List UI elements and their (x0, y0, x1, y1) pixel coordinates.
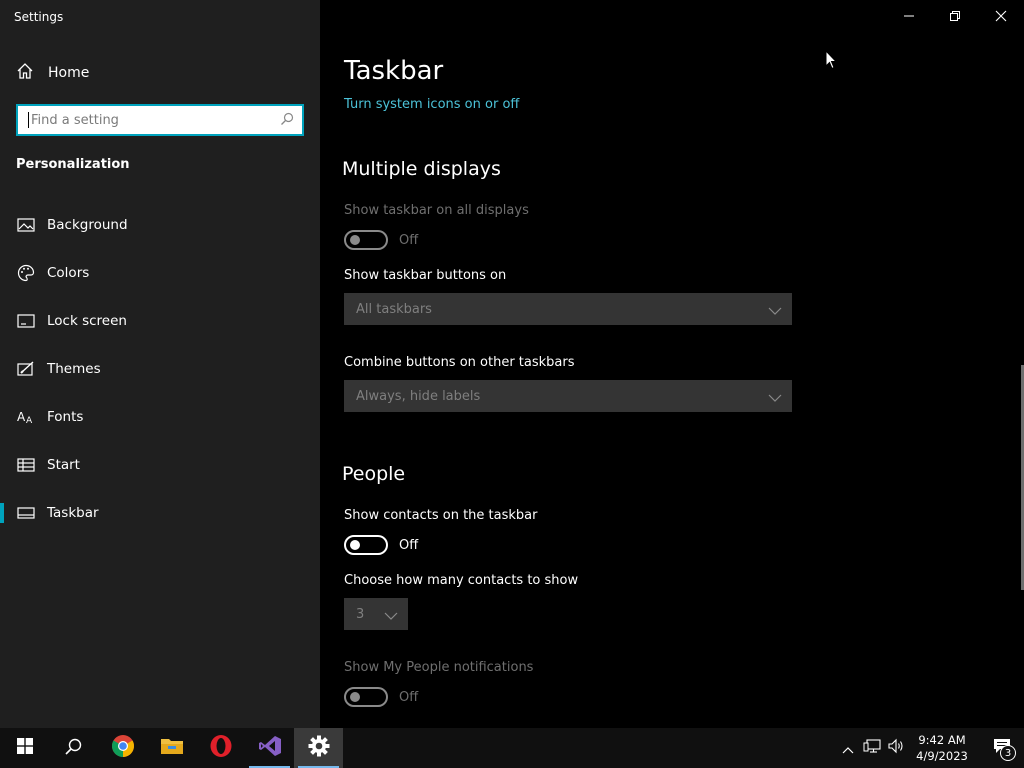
speaker-icon (887, 738, 905, 758)
chevron-down-icon (768, 300, 782, 319)
search-icon[interactable] (280, 111, 294, 130)
buttons-on-value: All taskbars (356, 301, 432, 317)
start-icon (16, 455, 36, 475)
taskbar-app-chrome[interactable] (98, 728, 147, 768)
restore-icon (949, 7, 961, 26)
clock-time: 9:42 AM (918, 733, 966, 747)
action-center-button[interactable]: 3 (980, 728, 1024, 768)
toggle-knob (350, 540, 360, 550)
search-placeholder: Find a setting (31, 112, 119, 128)
windows-logo-icon (16, 738, 33, 758)
restore-button[interactable] (932, 0, 978, 32)
taskbar-app-visual-studio[interactable] (245, 728, 294, 768)
minimize-button[interactable] (886, 0, 932, 32)
sidebar-item-label: Lock screen (47, 313, 127, 329)
toggle-knob (350, 235, 360, 245)
multiple-displays-heading: Multiple displays (342, 158, 501, 180)
contacts-count-value: 3 (356, 606, 365, 622)
close-button[interactable] (978, 0, 1024, 32)
show-all-displays-label: Show taskbar on all displays (344, 203, 529, 218)
buttons-on-dropdown[interactable]: All taskbars (344, 293, 792, 325)
contacts-count-dropdown[interactable]: 3 (344, 598, 408, 630)
network-button[interactable] (860, 728, 884, 768)
minimize-icon (903, 7, 915, 26)
picture-icon (16, 215, 36, 235)
fonts-icon: AA (16, 407, 36, 427)
contacts-count-label: Choose how many contacts to show (344, 573, 579, 588)
sidebar-item-fonts[interactable]: AA Fonts (0, 397, 320, 437)
search-input[interactable]: Find a setting (16, 104, 304, 136)
sidebar-item-label: Fonts (47, 409, 84, 425)
sidebar-item-label: Themes (47, 361, 101, 377)
app-title: Settings (14, 10, 64, 24)
chevron-up-icon (842, 739, 854, 758)
sidebar-item-lock-screen[interactable]: Lock screen (0, 301, 320, 341)
show-contacts-label: Show contacts on the taskbar (344, 508, 538, 523)
clock[interactable]: 9:42 AM 4/9/2023 (912, 732, 972, 764)
close-icon (995, 7, 1007, 26)
taskbar-app-file-explorer[interactable] (147, 728, 196, 768)
system-tray: 9:42 AM 4/9/2023 3 (836, 728, 1024, 768)
mouse-pointer-icon (825, 49, 838, 74)
sidebar-item-colors[interactable]: Colors (0, 253, 320, 293)
system-icons-link[interactable]: Turn system icons on or off (344, 97, 519, 112)
sidebar: Settings Home Find a setting Personaliza… (0, 0, 320, 728)
svg-text:A: A (17, 410, 26, 424)
sidebar-item-start[interactable]: Start (0, 445, 320, 485)
chevron-down-icon (768, 387, 782, 406)
gear-icon (308, 735, 330, 761)
text-caret (28, 112, 29, 128)
people-notifications-state: Off (399, 690, 419, 705)
taskbar-app-opera[interactable] (196, 728, 245, 768)
opera-icon (209, 734, 233, 762)
home-nav-item[interactable]: Home (16, 63, 89, 83)
taskbar: 9:42 AM 4/9/2023 3 (0, 728, 1024, 768)
show-all-displays-state: Off (399, 233, 419, 248)
combine-buttons-dropdown[interactable]: Always, hide labels (344, 380, 792, 412)
themes-icon (16, 359, 36, 379)
lock-screen-icon (16, 311, 36, 331)
toggle-knob (350, 692, 360, 702)
show-contacts-state: Off (399, 538, 419, 553)
sidebar-item-label: Colors (47, 265, 90, 281)
main-content: Taskbar Turn system icons on or off Mult… (320, 0, 1024, 728)
volume-button[interactable] (884, 728, 908, 768)
taskbar-search-button[interactable] (49, 728, 98, 768)
people-notifications-label: Show My People notifications (344, 660, 534, 675)
combine-buttons-value: Always, hide labels (356, 388, 481, 404)
sidebar-item-label: Taskbar (47, 505, 99, 521)
sidebar-item-themes[interactable]: Themes (0, 349, 320, 389)
combine-buttons-label: Combine buttons on other taskbars (344, 355, 575, 370)
start-button[interactable] (0, 728, 49, 768)
people-notifications-toggle[interactable] (344, 687, 388, 707)
visual-studio-icon (258, 734, 282, 762)
sidebar-item-taskbar[interactable]: Taskbar (0, 493, 320, 533)
clock-date: 4/9/2023 (916, 749, 968, 763)
home-icon (16, 62, 34, 84)
show-all-displays-toggle[interactable] (344, 230, 388, 250)
chevron-down-icon (384, 605, 398, 624)
search-icon (65, 738, 82, 759)
notification-count-badge: 3 (1000, 745, 1016, 761)
sidebar-item-label: Background (47, 217, 128, 233)
taskbar-app-settings[interactable] (294, 728, 343, 768)
chrome-icon (111, 734, 135, 762)
show-contacts-toggle[interactable] (344, 535, 388, 555)
show-hidden-icons-button[interactable] (836, 728, 860, 768)
window-controls (886, 0, 1024, 32)
network-icon (863, 738, 881, 758)
svg-text:A: A (26, 416, 33, 425)
sidebar-item-background[interactable]: Background (0, 205, 320, 245)
page-title: Taskbar (344, 56, 444, 86)
taskbar-icon (16, 503, 36, 523)
selection-indicator (0, 503, 4, 523)
section-title: Personalization (16, 157, 130, 172)
palette-icon (16, 263, 36, 283)
home-label: Home (48, 65, 90, 81)
folder-icon (160, 736, 184, 760)
sidebar-item-label: Start (47, 457, 80, 473)
buttons-on-label: Show taskbar buttons on (344, 268, 507, 283)
people-heading: People (342, 463, 406, 485)
